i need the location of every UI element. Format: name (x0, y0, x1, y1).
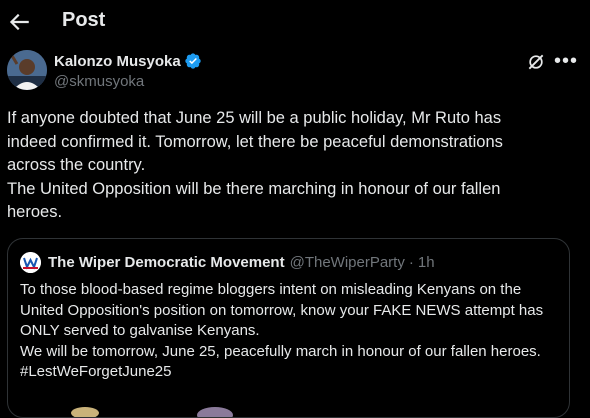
tweet-line: indeed confirmed it. Tomorrow, let there… (7, 132, 503, 151)
quoted-author-handle: @TheWiperParty (289, 254, 405, 271)
quoted-body: To those blood-based regime bloggers int… (20, 280, 565, 383)
quoted-author-name: The Wiper Democratic Movement (48, 254, 285, 271)
tweet-line: across the country. (7, 156, 146, 174)
verified-badge-icon (185, 53, 201, 69)
back-arrow-icon[interactable] (6, 9, 32, 35)
quoted-line: To those blood-based regime bloggers int… (20, 281, 522, 298)
more-options-icon[interactable]: ••• (554, 50, 578, 73)
quoted-line: United Opposition's position on tomorrow… (20, 301, 544, 319)
tweet-body: If anyone doubted that June 25 will be a… (7, 107, 577, 225)
page-title: Post (62, 9, 106, 31)
quoted-line: #LestWeForgetJune25 (20, 363, 172, 380)
quoted-line: ONLY served to galvanise Kenyans. (20, 322, 260, 339)
author-name-row: Kalonzo Musyoka (54, 52, 202, 70)
quoted-media-preview[interactable] (20, 393, 560, 417)
tweet-line: The United Opposition will be there marc… (7, 179, 501, 198)
author-name[interactable]: Kalonzo Musyoka (54, 53, 181, 70)
tweet-line: heroes. (7, 203, 63, 221)
quoted-line: We will be tomorrow, June 25, peacefully… (20, 342, 541, 360)
top-bar: Post (0, 0, 590, 44)
tweet-line: If anyone doubted that June 25 will be a… (7, 109, 502, 127)
author-handle[interactable]: @skmusyoka (54, 73, 144, 90)
separator-dot: · (408, 254, 414, 271)
quoted-time: 1h (417, 254, 435, 271)
author-avatar[interactable] (7, 50, 47, 90)
quoted-author-avatar (20, 252, 41, 273)
grok-icon[interactable] (526, 52, 546, 72)
quoted-tweet[interactable]: The Wiper Democratic Movement @TheWiperP… (7, 238, 570, 418)
quoted-header: The Wiper Democratic Movement @TheWiperP… (48, 254, 435, 271)
